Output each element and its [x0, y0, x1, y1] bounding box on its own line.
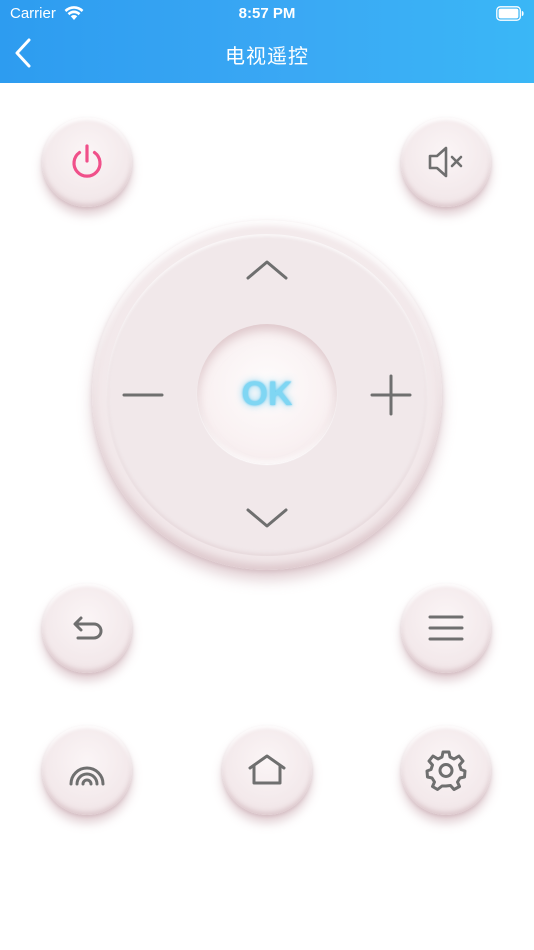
volume-up-button[interactable]	[368, 372, 414, 418]
settings-button[interactable]	[401, 725, 491, 815]
status-bar: Carrier 8:57 PM	[0, 0, 534, 28]
chevron-down-icon	[246, 508, 288, 528]
home-icon	[248, 754, 286, 785]
power-button[interactable]	[42, 117, 132, 207]
signal-source-icon	[69, 766, 105, 786]
return-button[interactable]	[42, 583, 132, 673]
menu-button[interactable]	[401, 583, 491, 673]
power-icon	[72, 144, 102, 178]
header-bar: Carrier 8:57 PM 电视遥控	[0, 0, 534, 83]
channel-up-button[interactable]	[242, 256, 292, 286]
battery-icon	[496, 6, 524, 21]
signal-source-button[interactable]	[42, 725, 132, 815]
status-time: 8:57 PM	[238, 5, 296, 22]
mute-button[interactable]	[401, 117, 491, 207]
return-arrow-icon	[73, 616, 103, 640]
nav-bar: 电视遥控	[0, 28, 534, 83]
page-title: 电视遥控	[225, 46, 309, 68]
plus-icon	[370, 374, 412, 416]
volume-mute-icon	[428, 146, 463, 178]
home-button[interactable]	[222, 725, 312, 815]
chevron-up-icon	[246, 260, 288, 280]
menu-icon	[428, 615, 464, 641]
dpad: OK	[92, 220, 442, 570]
volume-down-button[interactable]	[120, 380, 168, 410]
ok-button[interactable]: OK	[197, 324, 337, 464]
channel-down-button[interactable]	[242, 502, 292, 532]
gear-icon	[425, 750, 467, 791]
ok-label: OK	[241, 374, 293, 413]
